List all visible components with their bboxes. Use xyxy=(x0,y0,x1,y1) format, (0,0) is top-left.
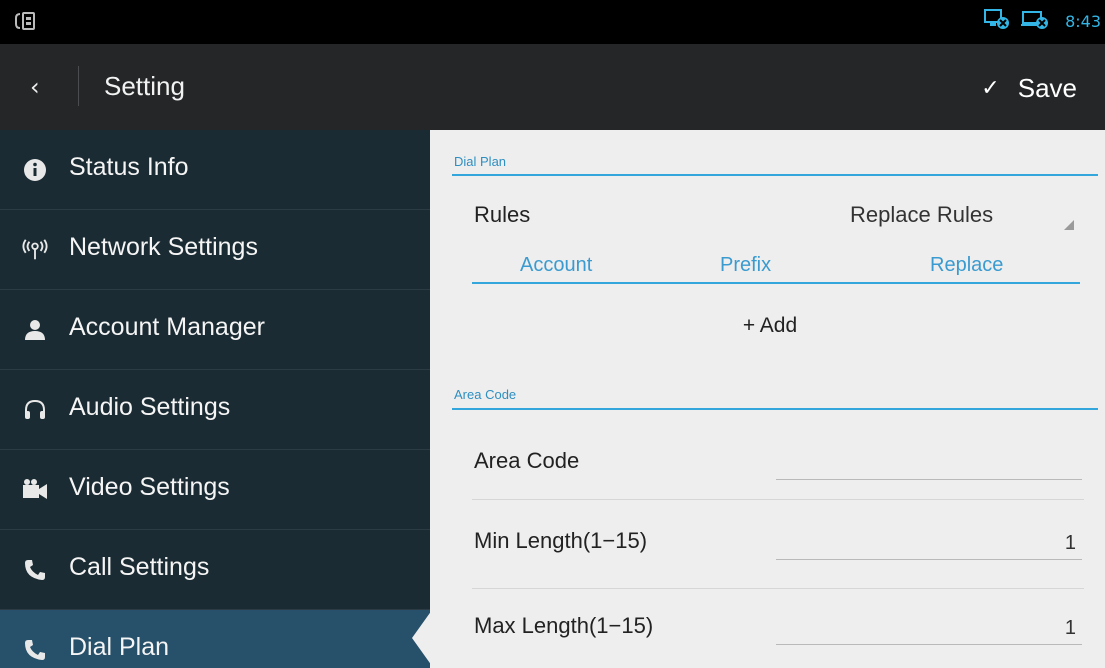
settings-screen: 8:43 ‹ Setting ✓ Save Status Info Networ… xyxy=(0,0,1105,668)
section-divider xyxy=(452,174,1098,176)
phone-icon xyxy=(22,557,48,583)
page-title: Setting xyxy=(104,71,185,101)
area-code-label: Area Code xyxy=(474,448,580,473)
back-button[interactable]: ‹ xyxy=(30,71,50,103)
input-underline xyxy=(776,559,1082,560)
action-bar: ‹ Setting ✓ Save xyxy=(0,44,1105,130)
ethernet-disconnected-icon xyxy=(1021,8,1049,34)
sim-card-icon xyxy=(14,10,36,32)
section-title-dial-plan: Dial Plan xyxy=(454,154,507,169)
rules-label: Rules xyxy=(474,202,531,227)
status-icons: 8:43 xyxy=(983,8,1101,34)
sidebar: Status Info Network Settings Account Man… xyxy=(0,130,430,668)
info-icon xyxy=(22,157,48,183)
rules-table-header-line xyxy=(472,282,1080,284)
dropdown-corner-icon xyxy=(1064,220,1074,230)
chevron-left-icon: ‹ xyxy=(30,73,40,101)
rules-dropdown-value: Replace Rules xyxy=(850,202,994,227)
sidebar-item-label: Network Settings xyxy=(69,233,258,261)
status-bar: 8:43 xyxy=(0,0,1105,44)
save-button[interactable]: ✓ Save xyxy=(981,68,1077,108)
min-length-input[interactable]: 1 xyxy=(776,526,1082,560)
network-disconnected-icon xyxy=(983,8,1011,34)
input-underline xyxy=(776,644,1082,645)
selection-indicator xyxy=(412,610,432,666)
person-icon xyxy=(22,317,48,343)
sidebar-item-label: Call Settings xyxy=(69,553,210,581)
video-camera-icon xyxy=(22,477,48,503)
headset-icon xyxy=(22,397,48,423)
sidebar-item-label: Audio Settings xyxy=(69,393,231,421)
column-header-prefix: Prefix xyxy=(720,254,772,276)
add-rule-button[interactable]: + Add xyxy=(710,306,830,346)
save-label: Save xyxy=(1017,72,1077,103)
network-icon xyxy=(22,237,48,263)
settings-content: Dial Plan Rules Replace Rules Account Pr… xyxy=(430,130,1105,668)
sidebar-item-status-info[interactable]: Status Info xyxy=(0,130,430,210)
section-divider xyxy=(452,408,1098,410)
column-header-replace: Replace xyxy=(930,254,1004,276)
add-rule-label: + Add xyxy=(742,314,798,337)
rules-dropdown[interactable]: Replace Rules xyxy=(810,194,1082,238)
min-length-value: 1 xyxy=(1064,532,1076,554)
phone-icon xyxy=(22,637,48,663)
sidebar-item-dial-plan[interactable]: Dial Plan xyxy=(0,610,430,668)
section-title-area-code: Area Code xyxy=(454,387,517,402)
sidebar-item-label: Status Info xyxy=(69,153,189,181)
sidebar-item-video-settings[interactable]: Video Settings xyxy=(0,450,430,530)
row-divider xyxy=(472,499,1084,500)
sidebar-item-label: Account Manager xyxy=(69,313,265,341)
sidebar-item-label: Dial Plan xyxy=(69,633,170,661)
sidebar-item-network-settings[interactable]: Network Settings xyxy=(0,210,430,290)
max-length-label: Max Length(1−15) xyxy=(474,613,654,638)
sidebar-item-audio-settings[interactable]: Audio Settings xyxy=(0,370,430,450)
sidebar-item-account-manager[interactable]: Account Manager xyxy=(0,290,430,370)
max-length-input[interactable]: 1 xyxy=(776,611,1082,645)
max-length-value: 1 xyxy=(1064,617,1076,639)
check-icon: ✓ xyxy=(981,75,1000,101)
column-header-account: Account xyxy=(520,254,593,276)
sidebar-item-label: Video Settings xyxy=(69,473,230,501)
input-underline xyxy=(776,479,1082,480)
min-length-label: Min Length(1−15) xyxy=(474,528,648,553)
row-divider xyxy=(472,588,1084,589)
title-divider xyxy=(78,66,79,106)
status-clock: 8:43 xyxy=(1065,11,1101,31)
sidebar-item-call-settings[interactable]: Call Settings xyxy=(0,530,430,610)
area-code-input[interactable] xyxy=(776,446,1082,480)
